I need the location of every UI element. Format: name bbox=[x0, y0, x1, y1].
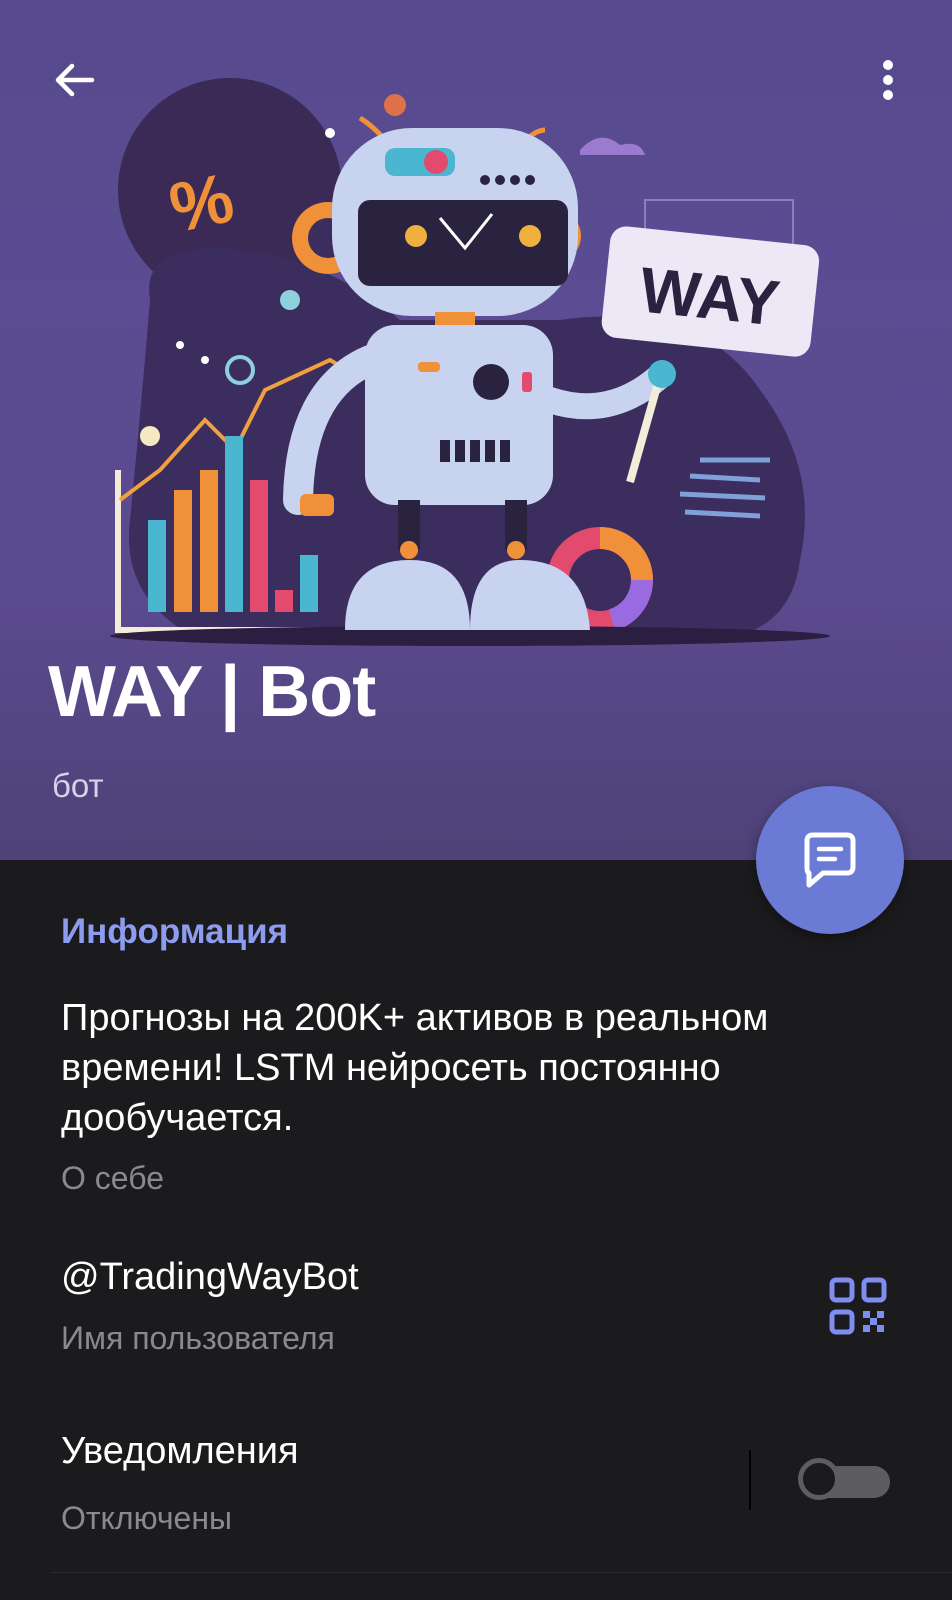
username-label: Имя пользователя bbox=[61, 1320, 335, 1356]
username-value[interactable]: @TradingWayBot bbox=[61, 1256, 359, 1299]
profile-type: бот bbox=[52, 767, 104, 804]
profile-screen: % WAY WAY | Bot бот Информация Прогнозы … bbox=[0, 0, 952, 1600]
qr-code-button[interactable] bbox=[826, 1274, 890, 1338]
send-message-button[interactable] bbox=[756, 786, 904, 934]
about-text[interactable]: Прогнозы на 200K+ активов в реальном вре… bbox=[61, 993, 901, 1143]
qr-code-icon bbox=[829, 1277, 887, 1335]
list-divider bbox=[52, 1572, 952, 1573]
robot-body bbox=[365, 325, 553, 505]
info-section-title: Информация bbox=[61, 912, 289, 951]
notifications-status: Отключены bbox=[61, 1500, 233, 1536]
profile-header: % WAY WAY | Bot бот bbox=[0, 0, 952, 860]
notifications-divider bbox=[749, 1450, 751, 1510]
svg-text:WAY: WAY bbox=[637, 253, 784, 339]
way-sign: WAY bbox=[601, 226, 820, 357]
arrow-left-icon bbox=[55, 63, 95, 97]
profile-name: WAY | Bot bbox=[48, 652, 376, 732]
message-icon bbox=[804, 832, 856, 888]
notifications-toggle[interactable] bbox=[798, 1456, 890, 1502]
more-vertical-icon bbox=[883, 60, 893, 100]
more-menu-button[interactable] bbox=[860, 44, 916, 116]
back-button[interactable] bbox=[38, 44, 110, 116]
toggle-knob bbox=[798, 1458, 840, 1500]
about-label: О себе bbox=[61, 1160, 164, 1196]
notifications-title[interactable]: Уведомления bbox=[61, 1430, 299, 1473]
